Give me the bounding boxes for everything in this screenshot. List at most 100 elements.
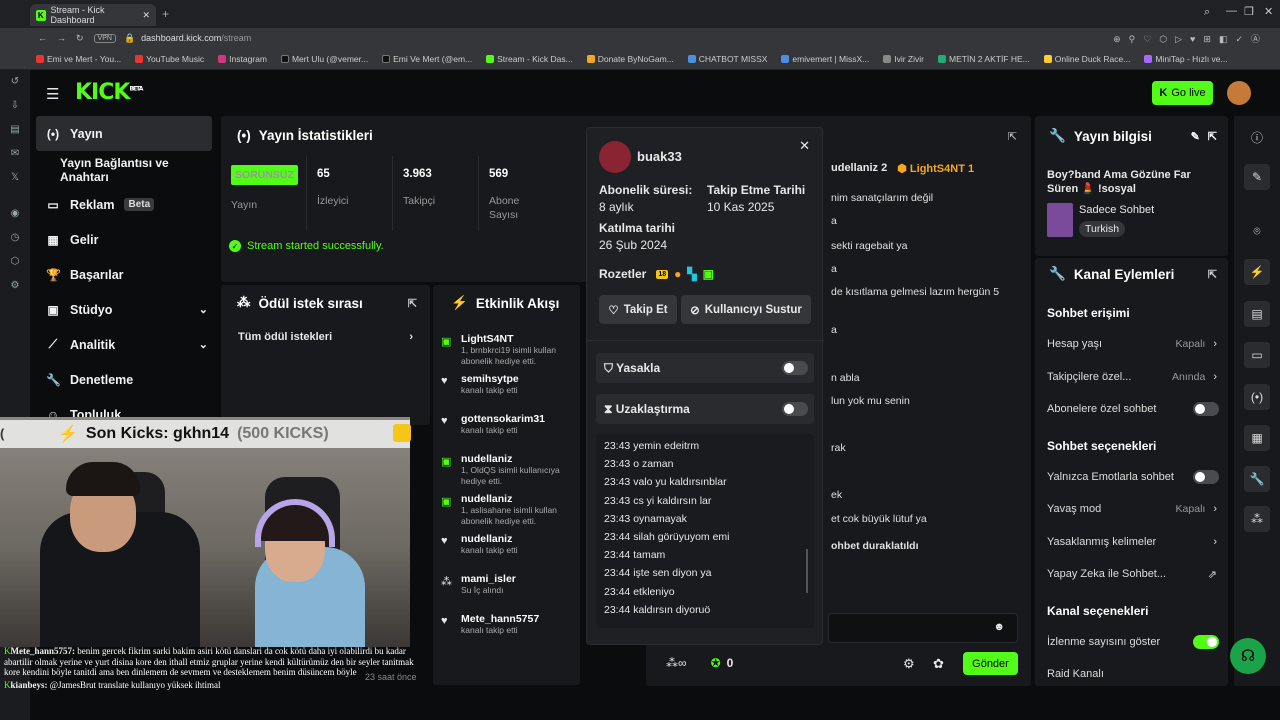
camera-icon[interactable]: ⌾ — [1244, 218, 1270, 244]
category-name[interactable]: Sadece Sohbet — [1079, 204, 1154, 216]
popup-username[interactable]: buak33 — [637, 149, 682, 164]
notes-icon[interactable]: ▤ — [10, 124, 19, 135]
lightning-icon[interactable]: ⚡ — [1244, 259, 1270, 285]
settings-icon[interactable]: ⚙ — [903, 656, 915, 672]
badges-row: Rozetler 18 ● ▚ ▣ — [599, 267, 714, 281]
settings-icon[interactable]: ⚙ — [11, 280, 20, 291]
bookmark-item[interactable]: emivemert | MissX... — [781, 54, 869, 64]
expand-icon[interactable]: ⇱ — [408, 297, 417, 310]
sidebar-item-basarilar[interactable]: 🏆 Başarılar — [30, 257, 220, 292]
ai-chat-row[interactable]: Yapay Zeka ile Sohbet... ⇗ — [1047, 564, 1217, 584]
activity-item[interactable]: ♥ Mete_hann5757 kanalı takip etti — [433, 613, 580, 653]
url-domain[interactable]: dashboard.kick.com — [141, 33, 221, 43]
bookmark-item[interactable]: Online Duck Race... — [1043, 54, 1130, 64]
sidebar-item-stream-key[interactable]: Yayın Bağlantısı ve Anahtarı — [30, 152, 220, 187]
send-button[interactable]: Gönder — [963, 652, 1018, 675]
history-icon[interactable]: ↺ — [11, 76, 19, 87]
bookmark-item[interactable]: Emi Ve Mert (@em... — [382, 54, 472, 64]
user-avatar[interactable] — [1227, 81, 1251, 105]
maximize-icon[interactable]: ❐ — [1244, 5, 1254, 18]
minimize-icon[interactable]: — — [1226, 5, 1237, 17]
info-icon[interactable]: ⓘ — [1244, 124, 1270, 150]
bookmark-item[interactable]: Mert Ulu (@vemer... — [280, 54, 368, 64]
layout-icon[interactable]: ▦ — [1244, 425, 1270, 451]
sidebar-item-studyo[interactable]: ▣ Stüdyo ⌄ — [30, 292, 220, 327]
emoji-icon[interactable]: ☻ — [993, 621, 1005, 633]
sidebar-item-yayin[interactable]: (•) Yayın — [36, 116, 212, 151]
kick-logo[interactable]: KICKBETA — [75, 80, 143, 105]
activity-item[interactable]: ♥ semihsytpe kanalı takip etti — [433, 373, 580, 413]
bookmark-folder[interactable]: Ivir Zivir — [883, 54, 924, 64]
browser-extensions-icon[interactable]: ⊕⚲♡⬡▷♥⊞◧✓Ⓐ — [1113, 32, 1268, 45]
downloads-icon[interactable]: ⇩ — [11, 100, 19, 111]
subs-only-toggle[interactable] — [1193, 402, 1219, 416]
banned-words-row[interactable]: Yasaklanmış kelimeler › — [1047, 532, 1217, 552]
reward-icon[interactable]: ⁂ — [1244, 506, 1270, 532]
close-window-icon[interactable]: ✕ — [1264, 5, 1273, 18]
mail-icon[interactable]: ✉ — [11, 148, 19, 159]
bookmark-item[interactable]: YouTube Music — [135, 54, 204, 64]
broadcast-icon[interactable]: (•) — [1244, 384, 1270, 410]
expand-icon[interactable]: ⇱ — [1008, 130, 1017, 143]
notes-icon[interactable]: ▤ — [1244, 301, 1270, 327]
close-icon[interactable]: ✕ — [799, 138, 810, 154]
mute-user-button[interactable]: ⊘ Kullanıcıyı Sustur — [681, 295, 811, 324]
timeout-toggle[interactable] — [782, 402, 808, 416]
record-icon[interactable]: ◉ — [11, 208, 20, 219]
forward-icon[interactable]: → — [57, 33, 66, 43]
followers-only-row[interactable]: Takipçilere özel... Anında › — [1047, 367, 1217, 387]
sidebar-item-denetleme[interactable]: 🔧 Denetleme — [30, 362, 220, 397]
x-icon[interactable]: 𝕏 — [11, 172, 19, 183]
channel-actions-panel: 🔧 Kanal Eylemleri ⇱ Sohbet erişimi Hesap … — [1035, 258, 1228, 686]
chat-icon[interactable]: ▭ — [1244, 342, 1270, 368]
menu-icon[interactable]: ☰ — [46, 85, 59, 103]
activity-item[interactable]: ▣ nudellaniz 1, OldQS isimli kullanıcıya he… — [433, 453, 580, 493]
history-message: 23:44 tamam — [604, 549, 666, 562]
activity-item[interactable]: ▣ nudellaniz 1, aslisahane isimli kullan ab… — [433, 493, 580, 533]
account-age-row[interactable]: Hesap yaşı Kapalı › — [1047, 334, 1217, 354]
activity-item[interactable]: ▣ LightS4NT 1, brnbkrci19 isimli kullan abo… — [433, 333, 580, 373]
chat-input[interactable]: ☻ — [828, 613, 1018, 643]
bookmark-item[interactable]: CHATBOT MISSX — [687, 54, 767, 64]
emote-icon[interactable]: ✿ — [933, 656, 944, 672]
bookmark-item[interactable]: Instagram — [218, 54, 267, 64]
bookmark-item[interactable]: Donate ByNoGam... — [586, 54, 674, 64]
url-path[interactable]: /stream — [221, 33, 251, 43]
search-tabs-icon[interactable]: ⌕ — [1204, 6, 1210, 19]
sidebar-item-analitik[interactable]: ⟋ Analitik ⌄ — [30, 327, 220, 362]
activity-item[interactable]: ⁂ mami_isler Su İç alındı — [433, 573, 580, 613]
close-tab-icon[interactable]: ✕ — [142, 10, 150, 21]
ban-toggle[interactable] — [782, 361, 808, 375]
wrench-icon[interactable]: 🔧 — [1244, 466, 1270, 492]
expand-icon[interactable]: ⇱ — [1208, 268, 1217, 281]
bookmark-item[interactable]: MiniTap - Hızlı ve... — [1144, 54, 1228, 64]
bookmark-item[interactable]: Stream - Kick Das... — [486, 54, 573, 64]
expand-icon[interactable]: ⇱ — [1208, 130, 1217, 143]
slow-mode-row[interactable]: Yavaş mod Kapalı › — [1047, 499, 1217, 519]
clock-icon[interactable]: ◷ — [11, 232, 20, 243]
follow-button[interactable]: ♡ Takip Et — [599, 295, 677, 324]
heart-icon: ♥ — [441, 415, 448, 427]
edit-icon[interactable]: ✎ — [1191, 130, 1200, 143]
chat-points[interactable]: ⁂∞ ✪ 0 — [666, 656, 733, 670]
bookmark-item[interactable]: METİN 2 AKTİF HE... — [937, 54, 1030, 64]
go-live-button[interactable]: K Go live — [1152, 81, 1213, 105]
back-icon[interactable]: ← — [38, 33, 47, 43]
all-reward-requests-link[interactable]: Tüm ödül istekleri › — [238, 331, 413, 343]
activity-item[interactable]: ♥ gottensokarim31 kanalı takip etti — [433, 413, 580, 453]
emote-only-toggle[interactable] — [1193, 470, 1219, 484]
scrollbar[interactable] — [806, 549, 808, 593]
sidebar-item-gelir[interactable]: ▦ Gelir — [30, 222, 220, 257]
reload-icon[interactable]: ↻ — [76, 33, 84, 44]
activity-item[interactable]: ♥ nudellaniz kanalı takip etti — [433, 533, 580, 573]
raid-channel-row[interactable]: Raid Kanalı — [1047, 664, 1217, 684]
bookmark-item[interactable]: Emi ve Mert - You... — [36, 54, 121, 64]
vpn-badge[interactable]: VPN — [93, 33, 116, 43]
edit-icon[interactable]: ✎ — [1244, 164, 1270, 190]
puzzle-icon[interactable]: ⬡ — [11, 256, 20, 267]
browser-tab[interactable]: K Stream - Kick Dashboard ✕ — [30, 4, 156, 26]
new-tab-icon[interactable]: + — [162, 7, 169, 21]
view-count-toggle[interactable] — [1193, 635, 1219, 649]
sidebar-item-reklam[interactable]: ▭ Reklam Beta — [30, 187, 220, 222]
help-chat-button[interactable]: ☊ — [1230, 638, 1266, 674]
